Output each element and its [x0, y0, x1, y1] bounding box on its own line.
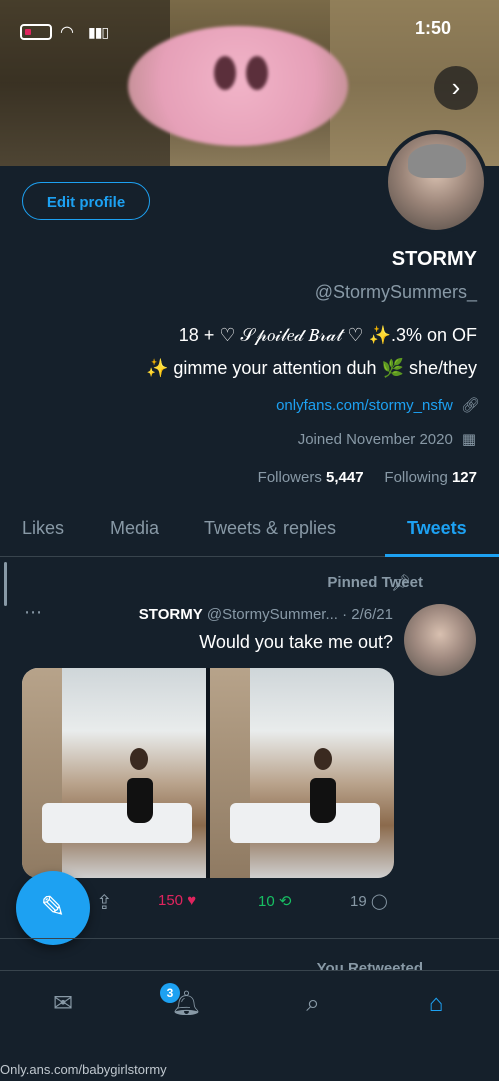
scrollbar[interactable]	[4, 562, 7, 606]
followers-stat[interactable]: Followers 5,447	[258, 469, 368, 486]
compose-tweet-button[interactable]: ✎	[16, 871, 90, 945]
tweet-photo-left[interactable]	[22, 668, 206, 878]
display-name: STORMY	[391, 248, 477, 270]
photo-bed	[42, 803, 192, 843]
home-icon[interactable]: ⌂	[421, 989, 451, 1019]
retweet-button[interactable]: 10 ⟲	[258, 892, 291, 910]
tweet-photo-right[interactable]	[210, 668, 394, 878]
following-label: Following	[384, 469, 448, 486]
bio-line-1: 18 + ♡ 𝒮𝓅𝑜𝒾𝓁𝑒𝒹 𝐵𝓇𝒶𝓉 ♡ ✨.3% on OF	[178, 325, 477, 345]
battery-icon	[20, 24, 52, 40]
retweet-count: 10	[258, 893, 275, 910]
watermark: Only.ans.com/babygirlstormy	[0, 1062, 167, 1077]
following-stat[interactable]: Following 127	[384, 469, 477, 486]
profile-tabs: Tweets Tweets & replies Media Likes	[0, 506, 499, 557]
tweet-handle-date: @StormySummer... · 2/6/21	[206, 606, 393, 623]
joined-row: Joined November 2020 ▦	[298, 430, 477, 448]
status-icons: ◠ ▮▮▯	[20, 22, 112, 42]
chevron-right-icon[interactable]: ›	[434, 66, 478, 110]
notification-badge: 3	[160, 983, 180, 1003]
profile-avatar[interactable]	[384, 130, 488, 234]
search-icon[interactable]: ⌕	[298, 989, 328, 1019]
edit-profile-button[interactable]: Edit profile	[22, 182, 150, 220]
calendar-icon: ▦	[461, 431, 477, 448]
joined-date: Joined November 2020	[297, 431, 453, 448]
reply-count: 19	[350, 893, 367, 910]
banner-kirby-image	[128, 26, 348, 146]
reply-icon: ◯	[370, 893, 388, 910]
photo-figure-dress	[310, 778, 336, 823]
photo-wall	[210, 668, 250, 878]
wifi-icon: ◠	[60, 24, 74, 41]
tweet-text: Would you take me out?	[199, 632, 393, 652]
battery-level	[25, 29, 31, 35]
bio-line-2: ✨ gimme your attention duh 🌿 she/they	[146, 358, 477, 378]
tab-tweets[interactable]: Tweets	[407, 518, 467, 539]
kirby-eye	[246, 56, 268, 90]
profile-link[interactable]: onlyfans.com/stormy_nsfw	[276, 397, 453, 414]
photo-figure-dress	[127, 778, 153, 823]
tab-media[interactable]: Media	[110, 518, 159, 539]
signal-icon: ▮▮▯	[88, 24, 109, 40]
tweet-media[interactable]	[22, 668, 394, 878]
status-time: 1:50	[414, 18, 451, 38]
tab-likes[interactable]: Likes	[22, 518, 64, 539]
reply-button[interactable]: 19 ◯	[350, 892, 388, 910]
follow-stats: Followers 5,447 Following 127	[258, 469, 477, 486]
tweet-author-name[interactable]: STORMY	[139, 606, 203, 623]
photo-wall	[22, 668, 62, 878]
tweet-divider	[0, 938, 499, 939]
pin-icon: 📌︎	[391, 575, 412, 592]
profile-link-row[interactable]: onlyfans.com/stormy_nsfw 🔗︎	[276, 396, 481, 414]
like-count: 150	[158, 892, 184, 909]
tab-tweets-replies[interactable]: Tweets & replies	[204, 518, 336, 539]
photo-figure-head	[130, 748, 148, 770]
following-count: 127	[451, 469, 477, 486]
kirby-eye	[214, 56, 236, 90]
followers-label: Followers	[257, 469, 322, 486]
avatar-hat	[408, 144, 466, 178]
followers-count: 5,447	[326, 469, 364, 486]
more-options-icon[interactable]: ⋯	[24, 602, 42, 623]
share-icon[interactable]: ⇪	[96, 890, 113, 915]
heart-icon: ♥	[187, 892, 197, 909]
profile-handle: @StormySummers_	[314, 282, 477, 302]
tweet-author-avatar[interactable]	[404, 604, 476, 676]
tweet-header: STORMY @StormySummer... · 2/6/21	[139, 606, 393, 623]
active-tab-indicator	[385, 554, 499, 557]
like-button[interactable]: 150 ♥	[158, 892, 196, 909]
link-icon: 🔗︎	[461, 397, 481, 414]
photo-figure-head	[314, 748, 332, 770]
retweet-icon: ⟲	[278, 893, 292, 910]
mail-icon[interactable]: ✉	[48, 989, 78, 1019]
photo-bed	[230, 803, 380, 843]
